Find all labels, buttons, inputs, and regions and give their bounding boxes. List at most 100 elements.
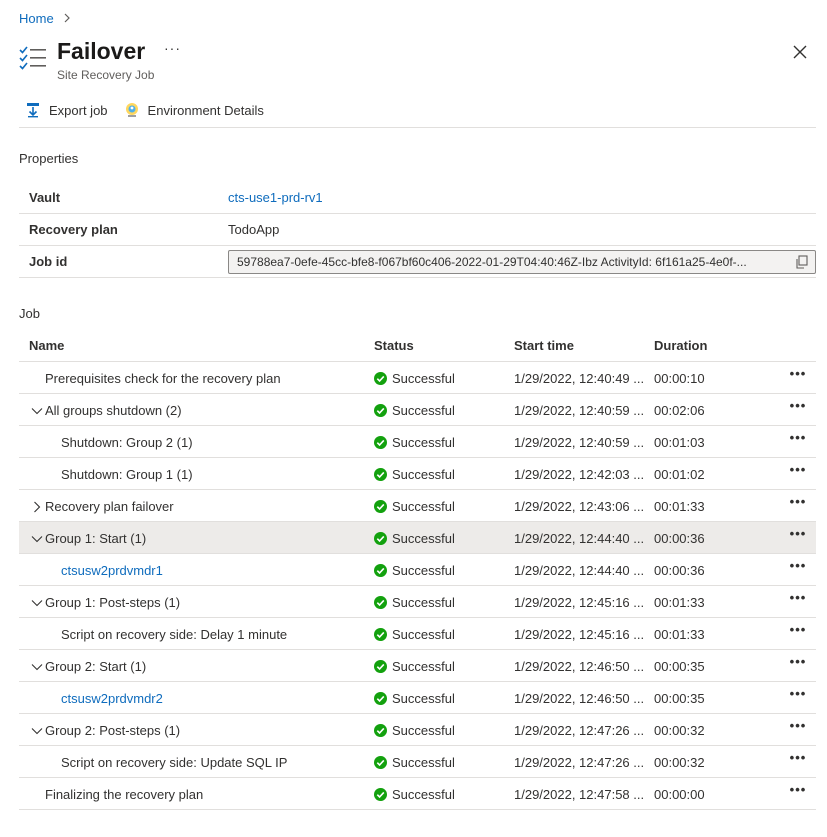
job-row[interactable]: ctsusw2prdvmdr1 Successful 1/29/2022, 12:4… — [19, 554, 816, 586]
row-more-options-button[interactable]: ••• — [787, 398, 809, 418]
job-row[interactable]: All groups shutdown (2) Successful 1/29/20… — [19, 394, 816, 426]
start-time-cell: 1/29/2022, 12:45:16 ... — [514, 595, 645, 610]
job-name-label: Finalizing the recovery plan — [45, 787, 204, 802]
more-options-button[interactable]: ··· — [164, 40, 184, 60]
row-more-options-button[interactable]: ••• — [787, 462, 809, 482]
status-text: Successful — [392, 723, 455, 738]
row-more-options-button[interactable]: ••• — [787, 526, 809, 546]
row-more-options-button[interactable]: ••• — [787, 782, 809, 802]
chevron-down-icon[interactable] — [31, 597, 43, 609]
duration-cell: 00:00:35 — [654, 691, 705, 706]
job-row[interactable]: ctsusw2prdvmdr2 Successful 1/29/2022, 12:4… — [19, 682, 816, 714]
start-time-cell: 1/29/2022, 12:44:40 ... — [514, 531, 645, 546]
job-row[interactable]: Group 2: Start (1) Successful 1/29/2022, 1… — [19, 650, 816, 682]
status-cell: Successful — [374, 435, 455, 450]
column-header-status[interactable]: Status — [374, 338, 414, 353]
row-more-options-button[interactable]: ••• — [787, 558, 809, 578]
job-name-cell: Script on recovery side: Delay 1 minute — [61, 627, 287, 642]
job-name-cell: Group 1: Post-steps (1) — [31, 595, 180, 610]
duration-cell: 00:00:10 — [654, 371, 705, 386]
start-time-cell: 1/29/2022, 12:46:50 ... — [514, 691, 645, 706]
row-more-options-button[interactable]: ••• — [787, 718, 809, 738]
job-row[interactable]: Group 2: Post-steps (1) Successful 1/29/20… — [19, 714, 816, 746]
row-more-options-button[interactable]: ••• — [787, 494, 809, 514]
job-row[interactable]: Shutdown: Group 2 (1) Successful 1/29/2022… — [19, 426, 816, 458]
success-check-icon — [374, 532, 387, 545]
status-text: Successful — [392, 659, 455, 674]
job-row[interactable]: Finalizing the recovery plan Successful 1/… — [19, 778, 816, 810]
duration-cell: 00:01:03 — [654, 435, 705, 450]
start-time-cell: 1/29/2022, 12:46:50 ... — [514, 659, 645, 674]
duration-cell: 00:01:02 — [654, 467, 705, 482]
column-header-start-time[interactable]: Start time — [514, 338, 574, 353]
job-name-label: Script on recovery side: Update SQL IP — [61, 755, 288, 770]
export-job-button[interactable]: Export job — [19, 96, 114, 124]
start-time-cell: 1/29/2022, 12:40:49 ... — [514, 371, 645, 386]
chevron-down-icon[interactable] — [31, 533, 43, 545]
job-name-cell: All groups shutdown (2) — [31, 403, 182, 418]
property-key: Recovery plan — [29, 222, 118, 237]
job-name-cell: Script on recovery side: Update SQL IP — [61, 755, 287, 770]
job-row[interactable]: Prerequisites check for the recovery pla… — [19, 362, 816, 394]
job-name-label: Group 2: Post-steps (1) — [45, 723, 181, 738]
start-time-cell: 1/29/2022, 12:43:06 ... — [514, 499, 645, 514]
chevron-down-icon[interactable] — [31, 405, 43, 417]
row-more-options-button[interactable]: ••• — [787, 366, 809, 386]
job-row[interactable]: Script on recovery side: Delay 1 minute S… — [19, 618, 816, 650]
job-row[interactable]: Recovery plan failover Successful 1/29/202… — [19, 490, 816, 522]
breadcrumb: Home — [19, 9, 72, 27]
job-name-cell: Group 1: Start (1) — [31, 531, 146, 546]
status-cell: Successful — [374, 531, 455, 546]
row-more-options-button[interactable]: ••• — [787, 654, 809, 674]
status-text: Successful — [392, 787, 455, 802]
job-name-label: Recovery plan failover — [45, 499, 174, 514]
column-header-name[interactable]: Name — [29, 338, 64, 353]
environment-details-label: Environment Details — [147, 102, 264, 118]
job-row[interactable]: Group 1: Start (1) Successful 1/29/2022, 1… — [19, 522, 816, 554]
chevron-down-icon[interactable] — [31, 661, 43, 673]
column-header-duration[interactable]: Duration — [654, 338, 707, 353]
row-more-options-button[interactable]: ••• — [787, 430, 809, 450]
status-cell: Successful — [374, 499, 455, 514]
status-text: Successful — [392, 755, 455, 770]
copy-icon[interactable] — [795, 255, 809, 269]
close-icon — [793, 45, 807, 59]
row-more-options-button[interactable]: ••• — [787, 590, 809, 610]
environment-details-button[interactable]: Environment Details — [118, 96, 270, 124]
start-time-cell: 1/29/2022, 12:47:26 ... — [514, 755, 645, 770]
start-time-cell: 1/29/2022, 12:40:59 ... — [514, 435, 645, 450]
success-check-icon — [374, 756, 387, 769]
success-check-icon — [374, 788, 387, 801]
status-text: Successful — [392, 435, 455, 450]
close-button[interactable] — [790, 42, 810, 62]
job-name-cell: Shutdown: Group 1 (1) — [61, 467, 193, 482]
status-cell: Successful — [374, 755, 455, 770]
job-row[interactable]: Shutdown: Group 1 (1) Successful 1/29/2022… — [19, 458, 816, 490]
job-row[interactable]: Script on recovery side: Update SQL IP Su… — [19, 746, 816, 778]
success-check-icon — [374, 692, 387, 705]
properties-table: Vault cts-use1-prd-rv1 Recovery plan Tod… — [19, 182, 816, 278]
row-more-options-button[interactable]: ••• — [787, 622, 809, 642]
job-row[interactable]: Group 1: Post-steps (1) Successful 1/29/20… — [19, 586, 816, 618]
vault-link[interactable]: cts-use1-prd-rv1 — [228, 190, 323, 205]
checklist-icon — [18, 44, 48, 74]
status-cell: Successful — [374, 659, 455, 674]
job-name-link[interactable]: ctsusw2prdvmdr1 — [61, 563, 163, 578]
job-name-label: Group 1: Post-steps (1) — [45, 595, 181, 610]
chevron-down-icon[interactable] — [31, 725, 43, 737]
breadcrumb-home-link[interactable]: Home — [19, 11, 54, 26]
success-check-icon — [374, 372, 387, 385]
environment-icon — [124, 102, 140, 118]
job-id-field[interactable]: 59788ea7-0efe-45cc-bfe8-f067bf60c406-202… — [228, 250, 816, 274]
row-more-options-button[interactable]: ••• — [787, 750, 809, 770]
success-check-icon — [374, 660, 387, 673]
status-cell: Successful — [374, 595, 455, 610]
job-name-link[interactable]: ctsusw2prdvmdr2 — [61, 691, 163, 706]
status-cell: Successful — [374, 563, 455, 578]
row-more-options-button[interactable]: ••• — [787, 686, 809, 706]
duration-cell: 00:00:36 — [654, 563, 705, 578]
chevron-right-icon[interactable] — [31, 501, 43, 513]
success-check-icon — [374, 500, 387, 513]
job-heading: Job — [19, 306, 40, 321]
start-time-cell: 1/29/2022, 12:47:26 ... — [514, 723, 645, 738]
